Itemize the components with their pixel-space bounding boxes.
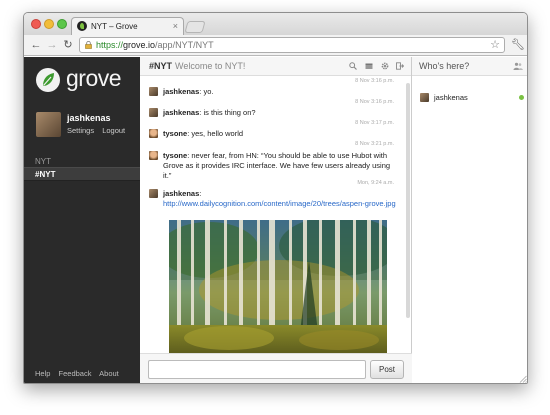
- grove-favicon-icon: [77, 21, 87, 31]
- avatar: [149, 189, 158, 198]
- online-user-name: jashkenas: [434, 93, 468, 102]
- scrollbar[interactable]: [406, 83, 410, 318]
- message-list: 8 Nov 3:16 p.m. jashkenas: yo. 8 Nov 3:1…: [140, 77, 404, 366]
- window-minimize-button[interactable]: [44, 19, 54, 29]
- message-timestamp: 8 Nov 3:21 p.m.: [355, 141, 394, 147]
- wrench-icon[interactable]: 🔧︎: [511, 38, 525, 51]
- avatar: [149, 108, 158, 117]
- avatar: [149, 87, 158, 96]
- profile-username: jashkenas: [67, 113, 111, 123]
- back-icon[interactable]: ←: [29, 38, 43, 52]
- user-list-item[interactable]: jashkenas: [420, 93, 524, 105]
- url-text: https://grove.io/app/NYT/NYT: [96, 38, 214, 52]
- message-link[interactable]: http://www.dailycognition.com/content/im…: [163, 199, 396, 208]
- grove-leaf-icon: [36, 68, 60, 92]
- settings-link[interactable]: Settings: [67, 126, 94, 135]
- message-author[interactable]: jashkenas: [163, 87, 199, 96]
- message-author[interactable]: tysone: [163, 129, 187, 138]
- browser-toolbar: ← → ↻ https://grove.io/app/NYT/NYT ☆ 🔧︎: [24, 35, 527, 56]
- message-timestamp: Mon, 9:24 a.m.: [357, 180, 394, 186]
- message-text: :: [199, 189, 202, 198]
- grove-app: grove jashkenas Settings Logout NYT #NYT…: [24, 57, 527, 383]
- star-icon[interactable]: ☆: [490, 38, 500, 52]
- reload-icon[interactable]: ↻: [61, 38, 75, 52]
- window-close-button[interactable]: [31, 19, 41, 29]
- about-link[interactable]: About: [99, 369, 119, 378]
- logo-text: grove: [66, 65, 122, 91]
- org-label: NYT: [35, 157, 51, 166]
- lock-icon: [85, 41, 92, 49]
- message-author[interactable]: jashkenas: [163, 189, 199, 198]
- sidebar: grove jashkenas Settings Logout NYT #NYT…: [24, 57, 140, 383]
- tab-title: NYT – Grove: [91, 22, 138, 31]
- chat-topic: Welcome to NYT!: [175, 61, 246, 71]
- forward-icon[interactable]: →: [45, 38, 59, 52]
- chat-header: #NYT Welcome to NYT!: [140, 57, 411, 76]
- list-item: tysone: never fear, from HN: “You should…: [149, 151, 399, 181]
- whos-here-header: Who's here?: [412, 57, 527, 76]
- users-icon[interactable]: [513, 62, 523, 70]
- profile-links: Settings Logout: [67, 126, 131, 135]
- url-host: grove.io: [123, 40, 156, 50]
- online-status-icon: [519, 95, 524, 100]
- post-button[interactable]: Post: [370, 360, 404, 379]
- list-item: jashkenas: http://www.dailycognition.com…: [149, 189, 399, 209]
- whos-here-title: Who's here?: [419, 61, 470, 71]
- list-item: jashkenas: yo.: [149, 87, 399, 97]
- message-text: : never fear, from HN: “You should be ab…: [163, 151, 391, 180]
- list-item: jashkenas: is this thing on?: [149, 108, 399, 118]
- resize-grip-icon[interactable]: [519, 375, 527, 383]
- tab-close-icon[interactable]: ×: [173, 21, 178, 31]
- tab-grove[interactable]: NYT – Grove ×: [71, 17, 184, 35]
- message-text: : yo.: [199, 87, 214, 96]
- gear-icon[interactable]: [381, 62, 389, 70]
- url-scheme: https://: [96, 40, 124, 50]
- feedback-link[interactable]: Feedback: [59, 369, 92, 378]
- user-profile: jashkenas Settings Logout: [36, 112, 125, 137]
- message-timestamp: 8 Nov 3:16 p.m.: [355, 99, 394, 105]
- search-icon[interactable]: [349, 62, 357, 70]
- aspen-grove-image[interactable]: [169, 220, 387, 366]
- message-timestamp: 8 Nov 3:17 p.m.: [355, 120, 394, 126]
- avatar[interactable]: [36, 112, 61, 137]
- whos-here-panel: Who's here? jashkenas: [412, 57, 527, 383]
- tab-strip: NYT – Grove ×: [24, 13, 527, 35]
- chat-room-name: #NYT: [149, 61, 173, 71]
- address-bar[interactable]: https://grove.io/app/NYT/NYT ☆: [79, 37, 505, 53]
- url-path: /app/NYT/NYT: [155, 40, 214, 50]
- sidebar-footer: Help Feedback About: [35, 369, 125, 378]
- browser-window: NYT – Grove × ← → ↻ https://grove.io/app…: [23, 12, 528, 384]
- grove-logo[interactable]: grove: [36, 65, 140, 96]
- new-tab-button[interactable]: [184, 21, 206, 33]
- window-maximize-button[interactable]: [57, 19, 67, 29]
- list-item: tysone: yes, hello world: [149, 129, 399, 139]
- message-composer: Post: [140, 353, 412, 383]
- message-author[interactable]: tysone: [163, 151, 187, 160]
- message-author[interactable]: jashkenas: [163, 108, 199, 117]
- archive-icon[interactable]: [365, 62, 373, 70]
- leave-room-icon[interactable]: [396, 62, 404, 70]
- help-link[interactable]: Help: [35, 369, 50, 378]
- message-timestamp: 8 Nov 3:16 p.m.: [355, 78, 394, 84]
- message-input[interactable]: [148, 360, 366, 379]
- message-text: : is this thing on?: [199, 108, 256, 117]
- avatar: [420, 93, 429, 102]
- chat-panel: #NYT Welcome to NYT! 8 Nov 3:16 p.m. jas…: [140, 57, 412, 383]
- avatar: [149, 151, 158, 160]
- logout-link[interactable]: Logout: [102, 126, 125, 135]
- sidebar-item-nyt[interactable]: #NYT: [24, 167, 140, 181]
- avatar: [149, 129, 158, 138]
- message-text: : yes, hello world: [187, 129, 244, 138]
